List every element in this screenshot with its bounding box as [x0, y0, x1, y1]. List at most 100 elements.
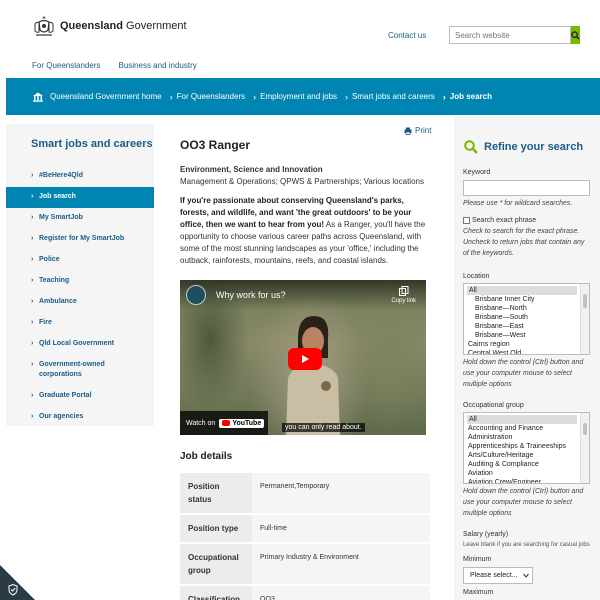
select-option[interactable]: Arts/Culture/Heritage	[464, 451, 589, 460]
select-option[interactable]: All	[467, 415, 577, 424]
select-option[interactable]: Brisbane—West	[464, 331, 589, 340]
play-button[interactable]	[288, 348, 322, 370]
channel-avatar[interactable]	[186, 285, 206, 305]
minimum-label: Minimum	[463, 556, 492, 563]
occupational-group-scrollbar[interactable]	[580, 413, 589, 483]
section-nav-item-label: Register for My SmartJob	[39, 235, 125, 242]
job-details-heading: Job details	[180, 451, 233, 462]
location-help: Hold down the control (Ctrl) button and …	[463, 359, 584, 388]
video-caption: you can only read about.	[282, 423, 365, 432]
salary-help: Leave blank if you are searching for cas…	[463, 542, 590, 548]
chevron-right-icon: ›	[31, 172, 34, 179]
breadcrumb-home[interactable]: Queensland Government home	[32, 92, 162, 102]
section-nav-item-label: Police	[39, 256, 60, 263]
select-option[interactable]: Brisbane—North	[464, 304, 589, 313]
select-option[interactable]: Auditing & Compliance	[464, 460, 589, 469]
refine-title: Refine your search	[464, 140, 591, 154]
section-nav-item-label: Qld Local Government	[39, 340, 115, 347]
section-nav-item[interactable]: › Police	[6, 250, 154, 271]
job-detail-key: Classification	[180, 586, 252, 600]
select-option[interactable]: Administration	[464, 433, 589, 442]
nav-for-queenslanders[interactable]: For Queenslanders	[32, 61, 100, 70]
breadcrumb-for-queenslanders[interactable]: › For Queenslanders	[170, 92, 245, 102]
breadcrumb: Queensland Government home › For Queensla…	[6, 78, 600, 115]
search-icon	[464, 140, 478, 154]
section-nav-title[interactable]: Smart jobs and careers	[6, 124, 154, 166]
chevron-down-icon	[523, 573, 530, 578]
job-details-table: Position status Permanent,Temporary Positi…	[180, 473, 430, 600]
select-option[interactable]: Cairns region	[464, 340, 589, 349]
select-option[interactable]: Brisbane—South	[464, 313, 589, 322]
coat-of-arms-icon	[34, 16, 54, 36]
nav-business-and-industry[interactable]: Business and industry	[118, 61, 196, 70]
section-nav-item[interactable]: › My SmartJob	[6, 208, 154, 229]
section-nav-item[interactable]: › Register for My SmartJob	[6, 229, 154, 250]
exact-phrase-checkbox[interactable]	[463, 217, 470, 224]
section-nav-item[interactable]: › Graduate Portal	[6, 386, 154, 407]
chevron-right-icon: ›	[31, 256, 34, 263]
select-option[interactable]: Apprenticeships & Traineeships	[464, 442, 589, 451]
chevron-right-icon: ›	[31, 413, 34, 420]
select-option[interactable]: Accounting and Finance	[464, 424, 589, 433]
minimum-salary-select[interactable]: Please select...	[463, 567, 533, 584]
job-intro: If you're passionate about conserving Qu…	[180, 196, 426, 265]
refine-search-panel: Refine your search Keyword Please use * …	[454, 116, 600, 600]
section-nav-item-label: Job search	[39, 193, 76, 200]
section-nav-item[interactable]: › Job search	[6, 187, 154, 208]
contact-us-link[interactable]: Contact us	[388, 31, 426, 40]
maximum-label: Maximum	[463, 589, 494, 596]
occupational-group-select[interactable]: All Accounting and Finance Administration A…	[463, 412, 590, 484]
youtube-logo: YouTube	[219, 418, 265, 428]
section-nav-item[interactable]: › Government-owned corporations	[6, 355, 154, 386]
section-nav-item-label: Graduate Portal	[39, 392, 92, 399]
breadcrumb-smart-jobs[interactable]: › Smart jobs and careers	[345, 92, 435, 102]
watch-on-youtube[interactable]: Watch on YouTube	[180, 411, 268, 435]
salary-label: Salary (yearly)	[463, 531, 509, 538]
job-detail-value: Permanent,Temporary	[252, 473, 430, 513]
brand-text: Queensland Government	[60, 20, 187, 32]
section-nav-item[interactable]: › Our agencies	[6, 407, 154, 428]
select-option[interactable]: Aviation Crew/Engineer	[464, 478, 589, 483]
job-detail-key: Position status	[180, 473, 252, 513]
search-input[interactable]	[449, 26, 571, 44]
section-nav-item[interactable]: › Ambulance	[6, 292, 154, 313]
select-option[interactable]: Central West Qld	[464, 349, 589, 354]
section-nav-item[interactable]: › #BeHere4Qld	[6, 166, 154, 187]
search-button[interactable]	[571, 26, 580, 44]
select-option[interactable]: Brisbane—East	[464, 322, 589, 331]
location-label: Location	[463, 273, 490, 280]
keyword-help: Please use * for wildcard searches.	[463, 200, 573, 207]
video-player[interactable]: Why work for us? Copy link Watch on YouT…	[180, 280, 426, 435]
site-search	[449, 26, 580, 44]
select-option[interactable]: Brisbane Inner City	[464, 295, 589, 304]
section-nav-item-label: Teaching	[39, 277, 70, 284]
select-option[interactable]: All	[467, 286, 577, 295]
section-nav-item[interactable]: › Fire	[6, 313, 154, 334]
video-header: Why work for us?	[180, 280, 426, 310]
keyword-input[interactable]	[463, 180, 590, 196]
privacy-shield-badge[interactable]	[0, 565, 35, 600]
section-nav-item-label: My SmartJob	[39, 214, 83, 221]
search-icon	[571, 30, 580, 40]
chevron-right-icon: ›	[31, 392, 34, 399]
print-link[interactable]: Print	[404, 126, 431, 135]
video-title[interactable]: Why work for us?	[216, 290, 286, 300]
select-option[interactable]: Aviation	[464, 469, 589, 478]
copy-link-button[interactable]: Copy link	[391, 286, 416, 304]
section-nav-item[interactable]: › Qld Local Government	[6, 334, 154, 355]
chevron-right-icon: ›	[31, 319, 34, 326]
printer-icon	[404, 127, 412, 135]
ranger-image	[286, 316, 340, 435]
qld-government-logo[interactable]: Queensland Government	[32, 14, 187, 38]
audience-nav: For Queenslanders Business and industry	[0, 52, 600, 78]
section-nav-item[interactable]: › Teaching	[6, 271, 154, 292]
chevron-right-icon: ›	[31, 277, 34, 284]
location-scrollbar[interactable]	[580, 284, 589, 354]
job-detail-row: Occupational group Primary Industry & Env…	[180, 544, 430, 584]
page-title: OO3 Ranger	[180, 138, 251, 152]
breadcrumb-employment-and-jobs[interactable]: › Employment and jobs	[253, 92, 337, 102]
chevron-right-icon: ›	[31, 298, 34, 305]
job-detail-row: Classification OO3	[180, 586, 430, 600]
section-nav-item-label: Our agencies	[39, 413, 84, 420]
location-select[interactable]: All Brisbane Inner City Brisbane—North Bris…	[463, 283, 590, 355]
